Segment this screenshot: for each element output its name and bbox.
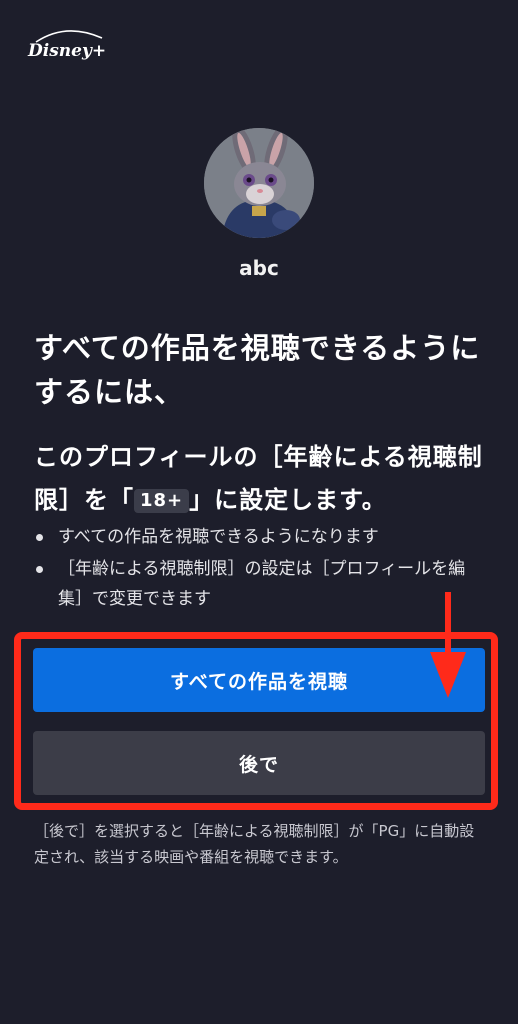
info-list: すべての作品を視聴できるようになります ［年齢による視聴制限］の設定は［プロフィ… bbox=[34, 522, 486, 616]
page-title: すべての作品を視聴できるようにするには、 bbox=[34, 331, 481, 409]
annotation-arrow-icon bbox=[430, 592, 466, 698]
profile-name: abc bbox=[239, 256, 279, 280]
later-button[interactable]: 後で bbox=[33, 731, 485, 795]
later-note: ［後で］を選択すると［年齢による視聴制限］が「PG」に自動設定され、該当する映画… bbox=[34, 822, 475, 866]
rating-instruction: このプロフィールの［年齢による視聴制限］を「 18+ 」に設定します。 bbox=[34, 436, 486, 522]
list-item: ［年齢による視聴制限］の設定は［プロフィールを編集］で変更できます bbox=[34, 554, 486, 614]
watch-all-button[interactable]: すべての作品を視聴 bbox=[33, 648, 485, 712]
rabbit-officer-avatar-icon bbox=[204, 128, 314, 238]
list-item: すべての作品を視聴できるようになります bbox=[34, 522, 486, 552]
instruction-text-after: 」に設定します。 bbox=[189, 486, 387, 514]
avatar bbox=[204, 128, 314, 238]
disney-plus-logo: Disney+ bbox=[27, 30, 106, 61]
logo-wordmark: Disney+ bbox=[27, 41, 106, 61]
rating-badge: 18+ bbox=[134, 489, 190, 513]
